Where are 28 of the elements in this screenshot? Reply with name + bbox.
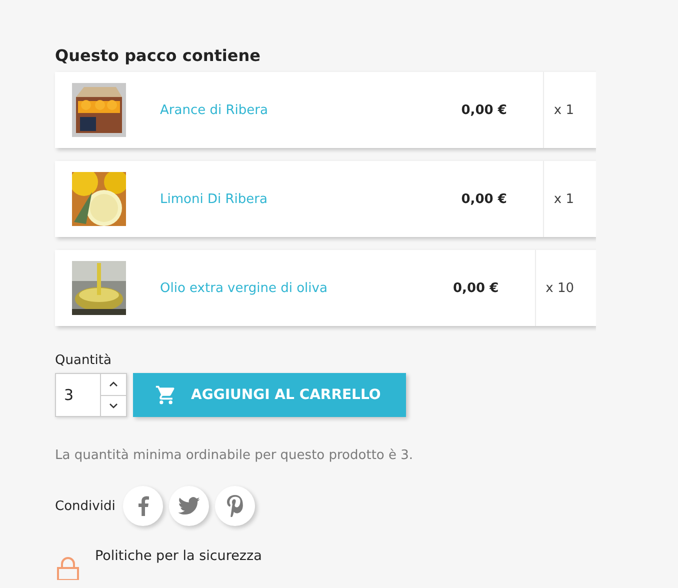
share-button[interactable] xyxy=(169,486,210,526)
lock-icon xyxy=(55,556,81,580)
item-quantity: x 1 xyxy=(542,161,596,237)
chevron-down-icon xyxy=(109,402,118,409)
bird-icon xyxy=(178,497,200,515)
pin-letter-icon xyxy=(227,495,244,517)
product-price: 0,00 € xyxy=(461,102,507,118)
cart-icon xyxy=(155,384,177,406)
policy-text: Politiche per la sicurezza xyxy=(95,548,262,564)
section-title: Questo pacco contiene xyxy=(55,46,262,65)
product-link[interactable]: Olio extra vergine di oliva xyxy=(160,280,453,296)
share-label: Condividi xyxy=(55,498,116,514)
decrement-button[interactable] xyxy=(101,396,126,416)
share-button[interactable] xyxy=(123,486,164,526)
item-quantity: x 1 xyxy=(542,72,596,148)
quantity-spinner[interactable]: 3 xyxy=(55,373,127,417)
add-to-cart-button[interactable]: AGGIUNGI AL CARRELLO xyxy=(133,373,406,417)
facebook-icon xyxy=(138,496,149,516)
increment-button[interactable] xyxy=(101,374,126,396)
item-quantity: x 10 xyxy=(534,250,596,326)
quantity-label: Quantità xyxy=(55,353,112,368)
product-price: 0,00 € xyxy=(461,192,507,206)
product-link[interactable]: Arance di Ribera xyxy=(160,102,462,118)
product-price: 0,00 € xyxy=(452,280,499,296)
share-button[interactable] xyxy=(215,486,256,526)
chevron-up-icon xyxy=(109,381,118,388)
minimum-quantity-note: La quantità minima ordinabile per questo prodotto è 3. xyxy=(55,448,414,463)
product-link[interactable]: Limoni Di Ribera xyxy=(160,192,462,206)
